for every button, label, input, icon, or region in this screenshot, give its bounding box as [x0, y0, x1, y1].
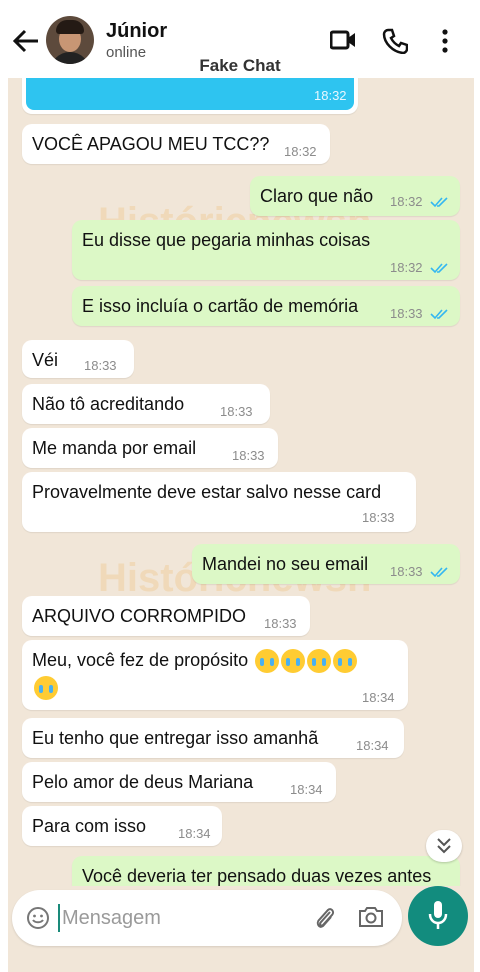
message-time: 18:33 — [220, 404, 253, 419]
message-text: E isso incluía o cartão de memória — [82, 296, 359, 316]
composer-bar — [0, 886, 480, 972]
scroll-to-bottom-button[interactable] — [426, 830, 462, 862]
message-text: Provavelmente deve estar salvo nesse car… — [32, 482, 382, 502]
incoming-message[interactable]: Provavelmente deve estar salvo nesse car… — [22, 472, 416, 532]
incoming-message[interactable]: Me manda por email 18:33 — [22, 428, 278, 468]
media-message[interactable]: 18:32 — [22, 78, 358, 114]
message-time: 18:33 — [264, 616, 297, 631]
message-text: Para com isso — [32, 816, 147, 836]
message-text: Véi — [32, 350, 59, 370]
message-composer[interactable] — [12, 890, 402, 946]
mic-icon — [428, 901, 448, 929]
double-chevron-down-icon — [437, 838, 451, 854]
crying-face-emoji-icon — [281, 649, 306, 674]
emoji-icon[interactable] — [26, 906, 50, 930]
message-time: 18:34 — [178, 826, 211, 841]
read-ticks-icon — [430, 567, 448, 578]
message-text: Não tô acreditando — [32, 394, 185, 414]
incoming-message[interactable]: VOCÊ APAGOU MEU TCC?? 18:32 — [22, 124, 330, 164]
crying-face-emoji-icon — [255, 649, 280, 674]
outgoing-message[interactable]: Mandei no seu email 18:33 — [192, 544, 460, 584]
read-ticks-icon — [430, 197, 448, 208]
message-text: Você deveria ter pensado duas vezes ante… — [82, 866, 432, 886]
message-text: Claro que não — [260, 186, 374, 206]
incoming-message[interactable]: Meu, você fez de propósito 18:34 — [22, 640, 408, 710]
incoming-message[interactable]: Eu tenho que entregar isso amanhã 18:34 — [22, 718, 404, 758]
screen-frame-left — [0, 0, 8, 972]
message-time: 18:32 — [390, 260, 423, 275]
incoming-message[interactable]: Não tô acreditando 18:33 — [22, 384, 270, 424]
back-arrow-icon[interactable] — [12, 28, 40, 54]
message-time: 18:34 — [362, 690, 395, 705]
phone-call-icon[interactable] — [382, 28, 409, 59]
incoming-message[interactable]: Pelo amor de deus Mariana 18:34 — [22, 762, 336, 802]
message-list[interactable]: Históricnewsh Históricnewsh 18:32 VOCÊ A… — [8, 78, 474, 886]
message-time: 18:32 — [314, 88, 347, 103]
message-text: Pelo amor de deus Mariana — [32, 772, 254, 792]
message-text: Eu tenho que entregar isso amanhã — [32, 728, 319, 748]
attach-icon[interactable] — [314, 904, 336, 932]
message-time: 18:33 — [390, 564, 423, 579]
outgoing-message[interactable]: Eu disse que pegaria minhas coisas 18:32 — [72, 220, 460, 280]
message-time: 18:34 — [356, 738, 389, 753]
message-time: 18:33 — [84, 358, 117, 373]
video-call-icon[interactable] — [329, 28, 356, 57]
read-ticks-icon — [430, 309, 448, 320]
message-time: 18:33 — [390, 306, 423, 321]
outgoing-message[interactable]: E isso incluía o cartão de memória 18:33 — [72, 286, 460, 326]
incoming-message[interactable]: Para com isso 18:34 — [22, 806, 222, 846]
incoming-message[interactable]: ARQUIVO CORROMPIDO 18:33 — [22, 596, 310, 636]
fake-chat-title: Fake Chat — [199, 56, 281, 75]
incoming-message[interactable]: Véi 18:33 — [22, 340, 134, 378]
message-time: 18:33 — [362, 510, 395, 525]
more-options-icon[interactable] — [440, 28, 450, 59]
crying-face-emoji-icon — [34, 676, 58, 700]
media-preview — [26, 78, 354, 110]
message-input[interactable] — [60, 902, 304, 934]
message-text: Mandei no seu email — [202, 554, 369, 574]
screen-frame-right — [474, 0, 480, 972]
message-text: ARQUIVO CORROMPIDO — [32, 606, 247, 626]
message-time: 18:32 — [390, 194, 423, 209]
crying-face-emoji-icon — [333, 649, 358, 674]
voice-record-button[interactable] — [408, 886, 468, 946]
outgoing-message[interactable]: Você deveria ter pensado duas vezes ante… — [72, 856, 460, 886]
message-text: VOCÊ APAGOU MEU TCC?? — [32, 134, 270, 154]
message-time: 18:34 — [290, 782, 323, 797]
contact-name[interactable]: Júnior — [106, 20, 167, 43]
crying-face-emoji-icon — [307, 649, 332, 674]
read-ticks-icon — [430, 263, 448, 274]
message-text: Meu, você fez de propósito — [32, 650, 249, 670]
message-time: 18:33 — [232, 448, 265, 463]
message-text: Eu disse que pegaria minhas coisas — [82, 230, 371, 250]
message-time: 18:32 — [284, 144, 317, 159]
camera-icon[interactable] — [358, 905, 384, 929]
message-text: Me manda por email — [32, 438, 197, 458]
outgoing-message[interactable]: Claro que não 18:32 — [250, 176, 460, 216]
